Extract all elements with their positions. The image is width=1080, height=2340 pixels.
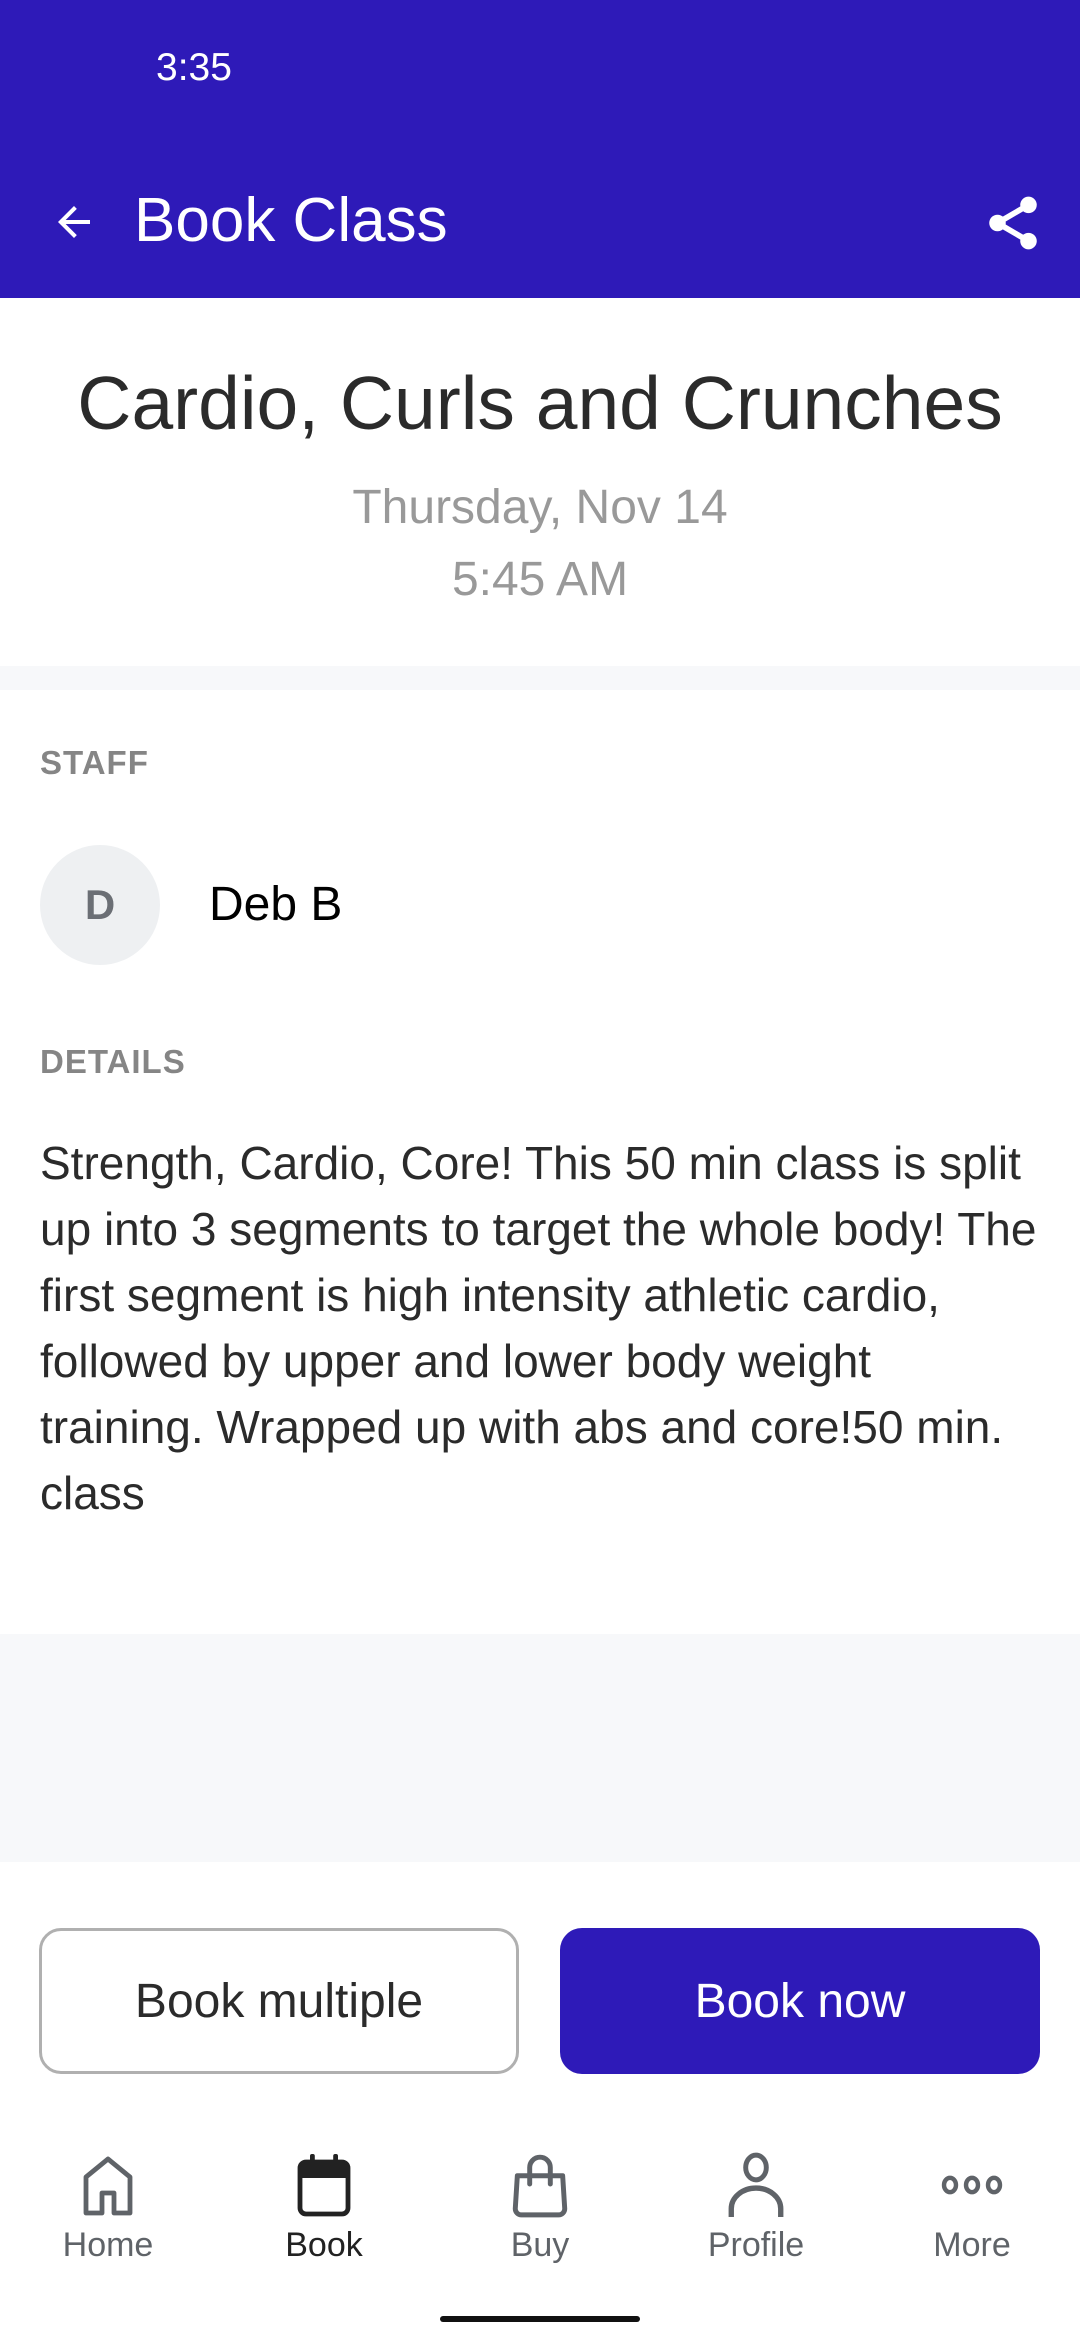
details-section-label: DETAILS (40, 1043, 186, 1080)
calendar-icon (289, 2150, 359, 2220)
share-button[interactable] (978, 188, 1048, 258)
class-date: Thursday, Nov 14 (352, 481, 728, 534)
home-icon (73, 2150, 143, 2220)
nav-label: Profile (707, 2226, 805, 2264)
section-divider (0, 666, 1080, 690)
staff-avatar: D (40, 845, 160, 965)
staff-section-label: STAFF (40, 744, 149, 781)
nav-label: Buy (510, 2226, 570, 2264)
nav-item-more[interactable]: More (864, 2150, 1080, 2280)
home-indicator[interactable] (440, 2316, 640, 2322)
shopping-bag-icon (505, 2150, 575, 2220)
nav-label: Home (62, 2226, 154, 2264)
arrow-left-icon (58, 206, 90, 238)
nav-item-book[interactable]: Book (216, 2150, 432, 2280)
book-now-button[interactable]: Book now (560, 1928, 1040, 2074)
more-horizontal-icon (937, 2150, 1007, 2220)
class-title: Cardio, Curls and Crunches (77, 361, 1003, 445)
staff-name[interactable]: Deb B (209, 877, 342, 932)
class-header: Cardio, Curls and Crunches Thursday, Nov… (0, 298, 1080, 666)
status-bar-time: 3:35 (156, 46, 232, 89)
app-bar: 3:35 Book Class (0, 0, 1080, 298)
nav-label: Book (285, 2226, 363, 2264)
book-multiple-button[interactable]: Book multiple (39, 1928, 519, 2074)
share-icon (989, 196, 1037, 250)
nav-label: More (933, 2226, 1011, 2264)
nav-item-profile[interactable]: Profile (648, 2150, 864, 2280)
nav-item-home[interactable]: Home (0, 2150, 216, 2280)
back-button[interactable] (44, 192, 104, 252)
class-time: 5:45 AM (451, 553, 629, 606)
nav-item-buy[interactable]: Buy (432, 2150, 648, 2280)
page-title: Book Class (134, 186, 448, 255)
bottom-navigation: Home Book Buy Profile More (0, 2150, 1080, 2280)
class-description: Strength, Cardio, Core! This 50 min clas… (40, 1137, 1037, 1519)
person-icon (721, 2150, 791, 2220)
spacer-band (0, 1634, 1080, 1862)
